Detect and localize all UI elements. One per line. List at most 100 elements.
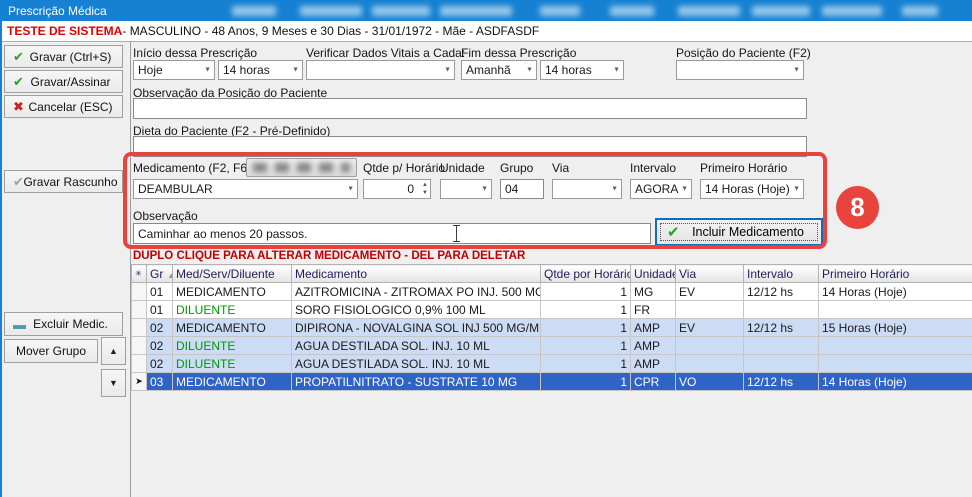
save-button[interactable]: ✔ Gravar (Ctrl+S) — [4, 45, 123, 68]
row-selector-cell — [132, 355, 147, 373]
interval-label: Intervalo — [630, 161, 676, 175]
redacted-text-block — [902, 6, 938, 16]
move-group-up-button[interactable]: ▲ — [101, 337, 126, 365]
column-header-primeiro-horario[interactable]: Primeiro Horário — [819, 265, 972, 283]
position-observation-input[interactable] — [133, 98, 807, 119]
chevron-down-icon: ▼ — [481, 186, 488, 193]
cell-via: EV — [676, 283, 744, 301]
column-header-qtde[interactable]: Qtde por Horário — [541, 265, 631, 283]
interval-select[interactable]: AGORA▼ — [630, 179, 692, 199]
qty-per-schedule-stepper[interactable]: 0 ▲▼ — [363, 179, 431, 199]
med-table-body: 01MEDICAMENTOAZITROMICINA - ZITROMAX PO … — [132, 283, 972, 391]
end-time-value: 14 horas — [545, 63, 592, 77]
table-row[interactable]: 01DILUENTESORO FISIOLOGICO 0,9% 100 ML1F… — [132, 301, 972, 319]
cancel-button[interactable]: ✖ Cancelar (ESC) — [4, 95, 123, 118]
end-time-select[interactable]: 14 horas▼ — [540, 60, 624, 80]
cell-gr: 01 — [147, 283, 173, 301]
cell-gr: 01 — [147, 301, 173, 319]
patient-diet-input[interactable] — [133, 136, 807, 157]
check-icon: ✔ — [667, 223, 680, 241]
delete-medication-button[interactable]: ▬ Excluir Medic. — [4, 312, 123, 336]
cell-qtde: 1 — [541, 283, 631, 301]
column-header-intervalo[interactable]: Intervalo — [744, 265, 819, 283]
cancel-button-label: Cancelar (ESC) — [14, 100, 112, 114]
move-group-button[interactable]: Mover Grupo — [4, 339, 98, 363]
cell-primeiro-horario — [819, 301, 972, 319]
interval-value: AGORA — [635, 182, 678, 196]
first-schedule-select[interactable]: 14 Horas (Hoje)▼ — [700, 179, 804, 199]
route-select[interactable]: ▼ — [552, 179, 622, 199]
grid-hint-text: DUPLO CLIQUE PARA ALTERAR MEDICAMENTO - … — [133, 250, 525, 262]
redacted-text-block — [678, 6, 740, 16]
cell-via — [676, 337, 744, 355]
row-selector-cell — [132, 301, 147, 319]
table-row[interactable]: 02DILUENTEAGUA DESTILADA SOL. INJ. 10 ML… — [132, 355, 972, 373]
column-header-unidade[interactable]: Unidade — [631, 265, 676, 283]
cell-primeiro-horario — [819, 355, 972, 373]
cell-via: VO — [676, 373, 744, 391]
add-medication-button[interactable]: ✔ Incluir Medicamento — [655, 218, 823, 246]
patient-info-bar: TESTE DE SISTEMA - MASCULINO - 48 Anos, … — [2, 21, 972, 42]
cell-tipo: DILUENTE — [173, 301, 292, 319]
redacted-text-block — [440, 6, 512, 16]
save-sign-button[interactable]: ✔ Gravar/Assinar — [4, 70, 123, 93]
table-row[interactable]: 02MEDICAMENTODIPIRONA - NOVALGINA SOL IN… — [132, 319, 972, 337]
start-day-select[interactable]: Hoje▼ — [133, 60, 215, 80]
patient-name: TESTE DE SISTEMA — [7, 24, 122, 38]
table-row[interactable]: 01MEDICAMENTOAZITROMICINA - ZITROMAX PO … — [132, 283, 972, 301]
check-icon: ✔ — [13, 50, 24, 63]
cell-gr: 02 — [147, 355, 173, 373]
table-row[interactable]: 02DILUENTEAGUA DESTILADA SOL. INJ. 10 ML… — [132, 337, 972, 355]
cell-primeiro-horario: 14 Horas (Hoje) — [819, 283, 972, 301]
end-prescription-label: Fim dessa Prescrição — [461, 46, 576, 60]
column-header-medicamento[interactable]: Medicamento — [292, 265, 541, 283]
dash-icon: ▬ — [13, 318, 26, 331]
chevron-down-icon: ▼ — [347, 186, 354, 193]
chevron-down-icon: ▼ — [793, 186, 800, 193]
start-time-value: 14 horas — [223, 63, 270, 77]
route-label: Via — [552, 161, 569, 175]
row-selector-header: ✳ — [132, 265, 147, 283]
cell-unidade: AMP — [631, 355, 676, 373]
group-input[interactable]: 04 — [500, 179, 544, 199]
medication-select[interactable]: DEAMBULAR▼ — [133, 179, 358, 199]
cell-gr: 02 — [147, 319, 173, 337]
chevron-down-icon: ▼ — [526, 67, 533, 74]
cell-unidade: FR — [631, 301, 676, 319]
column-header-gr[interactable]: Gr▲ — [147, 265, 173, 283]
end-day-select[interactable]: Amanhã ▼ — [461, 60, 537, 80]
redacted-button[interactable] — [246, 158, 357, 177]
column-header-via[interactable]: Via — [676, 265, 744, 283]
unit-label: Unidade — [440, 161, 485, 175]
cell-via — [676, 355, 744, 373]
cell-tipo: MEDICAMENTO — [173, 373, 292, 391]
save-draft-button[interactable]: ✔ Gravar Rascunho — [4, 170, 123, 193]
spinner-down-icon[interactable]: ▼ — [422, 189, 428, 197]
redacted-text-block — [540, 6, 580, 16]
start-prescription-label: Início dessa Prescrição — [133, 46, 257, 60]
unit-select[interactable]: ▼ — [440, 179, 492, 199]
column-header-med-serv-diluente[interactable]: Med/Serv/Diluente — [173, 265, 292, 283]
cell-qtde: 1 — [541, 355, 631, 373]
table-row[interactable]: ➤03MEDICAMENTOPROPATILNITRATO - SUSTRATE… — [132, 373, 972, 391]
cell-qtde: 1 — [541, 319, 631, 337]
start-time-select[interactable]: 14 horas▼ — [218, 60, 303, 80]
move-group-label: Mover Grupo — [16, 344, 86, 358]
move-group-down-button[interactable]: ▼ — [101, 369, 126, 397]
row-selector-cell — [132, 319, 147, 337]
patient-details: - MASCULINO - 48 Anos, 9 Meses e 30 Dias… — [122, 24, 539, 38]
cell-qtde: 1 — [541, 301, 631, 319]
spinner-up-icon[interactable]: ▲ — [422, 181, 428, 189]
cell-intervalo: 12/12 hs — [744, 319, 819, 337]
cell-via: EV — [676, 319, 744, 337]
observation-input[interactable]: Caminhar ao menos 20 passos. — [133, 223, 651, 244]
patient-position-select[interactable]: ▼ — [676, 60, 804, 80]
cell-primeiro-horario: 14 Horas (Hoje) — [819, 373, 972, 391]
end-day-value: Amanhã — [466, 63, 511, 77]
medication-table: ✳ Gr▲ Med/Serv/Diluente Medicamento Qtde… — [131, 264, 972, 391]
redacted-text-block — [822, 6, 882, 16]
qty-value: 0 — [407, 182, 414, 196]
cell-intervalo: 12/12 hs — [744, 283, 819, 301]
vital-signs-select[interactable]: ▼ — [306, 60, 455, 80]
cell-medicamento: DIPIRONA - NOVALGINA SOL INJ 500 MG/ML 2 — [292, 319, 541, 337]
